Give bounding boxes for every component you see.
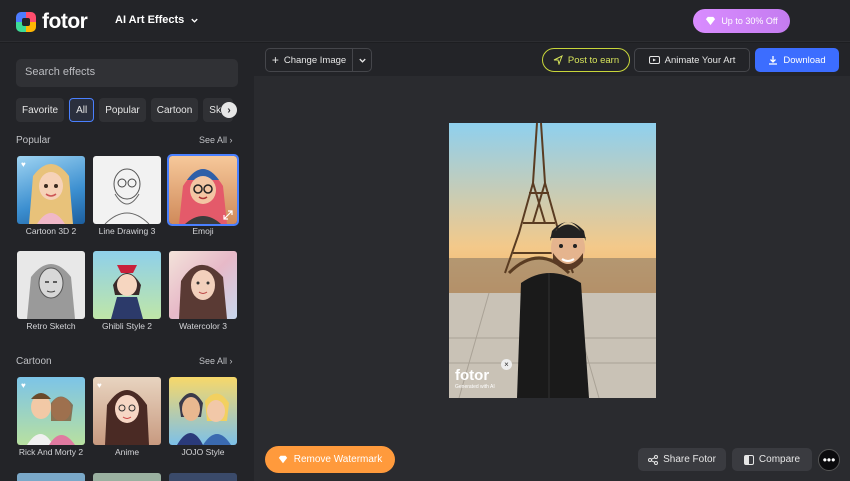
- download-icon: [769, 56, 778, 65]
- favorite-heart-icon[interactable]: ♥: [21, 381, 31, 390]
- chip-favorite[interactable]: Favorite: [16, 98, 65, 122]
- favorite-heart-icon[interactable]: ♥: [97, 381, 107, 390]
- effect-thumb-partial[interactable]: [93, 473, 161, 481]
- effect-label: Anime: [114, 447, 140, 457]
- section-popular-title: Popular: [16, 135, 51, 146]
- effect-thumb-watercolor[interactable]: [169, 251, 237, 319]
- chip-all[interactable]: All: [69, 98, 95, 122]
- editor-toolbar: + Change Image Post to earn Animate Your…: [254, 43, 850, 76]
- effect-label: Emoji: [192, 226, 214, 236]
- effect-label: Watercolor 3: [179, 321, 227, 331]
- retro-sketch-illustration: [27, 264, 75, 319]
- popular-see-all-link[interactable]: See All ›: [199, 135, 233, 145]
- promo-label: Up to 30% Off: [721, 16, 778, 26]
- promo-button[interactable]: Up to 30% Off: [693, 9, 790, 33]
- eiffel-avatar-image: [449, 123, 656, 398]
- effect-thumb-jojo[interactable]: [169, 377, 237, 445]
- effect-thumb-anime[interactable]: ♥: [93, 377, 161, 445]
- chevron-down-icon: [191, 18, 198, 23]
- top-bar: fotor AI Art Effects Up to 30% Off: [0, 0, 850, 42]
- effect-label: Ghibli Style 2: [101, 321, 153, 331]
- search-placeholder: Search effects: [25, 66, 96, 78]
- cartoon-see-all-link[interactable]: See All ›: [199, 356, 233, 366]
- chip-cartoon[interactable]: Cartoon: [150, 98, 199, 122]
- chip-popular[interactable]: Popular: [99, 98, 146, 122]
- ghibli-girl-illustration: [111, 265, 143, 319]
- effect-thumb-cartoon-3d[interactable]: ♥: [17, 156, 85, 224]
- remove-watermark-label: Remove Watermark: [293, 454, 383, 465]
- post-to-earn-label: Post to earn: [567, 54, 620, 66]
- favorite-heart-icon[interactable]: ♥: [21, 160, 31, 169]
- change-image-button[interactable]: + Change Image: [265, 48, 353, 72]
- effect-label: Rick And Morty 2: [18, 447, 84, 457]
- share-button[interactable]: Share Fotor: [638, 448, 726, 471]
- jojo-style-illustration: [177, 393, 231, 445]
- change-image-label: Change Image: [283, 54, 347, 66]
- diamond-icon: [706, 16, 716, 26]
- effect-label: Retro Sketch: [26, 321, 76, 331]
- video-icon: [648, 56, 660, 64]
- plus-icon: +: [271, 53, 279, 67]
- section-cartoon-title: Cartoon: [16, 356, 52, 367]
- effect-label: JOJO Style: [181, 447, 225, 457]
- share-label: Share Fotor: [663, 454, 716, 465]
- logo-text: fotor: [42, 10, 88, 33]
- fotor-logo[interactable]: fotor: [16, 10, 88, 34]
- effect-thumb-retro-sketch[interactable]: [17, 251, 85, 319]
- effect-thumb-emoji[interactable]: [167, 154, 239, 226]
- compare-button[interactable]: Compare: [732, 448, 812, 471]
- app-title: AI Art Effects: [115, 14, 185, 26]
- compare-icon: [743, 454, 754, 465]
- post-to-earn-button[interactable]: Post to earn: [542, 48, 630, 72]
- effect-thumb-partial[interactable]: [169, 473, 237, 481]
- chevron-down-icon: [358, 58, 366, 63]
- effect-thumb-ghibli[interactable]: [93, 251, 161, 319]
- search-effects-input[interactable]: Search effects: [16, 59, 238, 87]
- effect-label: Cartoon 3D 2: [25, 226, 77, 236]
- fotor-logo-icon: [16, 12, 36, 32]
- download-button[interactable]: Download: [755, 48, 839, 72]
- download-label: Download: [783, 54, 826, 66]
- send-icon: [553, 55, 563, 65]
- category-chips: Favorite All Popular Cartoon Sket: [16, 98, 234, 122]
- line-drawing-illustration: [104, 168, 150, 224]
- animate-art-label: Animate Your Art: [664, 54, 736, 66]
- share-icon: [648, 454, 659, 465]
- animate-art-button[interactable]: Animate Your Art: [634, 48, 750, 72]
- watercolor-portrait-illustration: [179, 264, 227, 319]
- watermark: fotor Generated with AI: [455, 367, 495, 390]
- close-icon[interactable]: ×: [501, 359, 512, 370]
- result-image[interactable]: fotor Generated with AI ×: [449, 123, 656, 398]
- effect-label: Line Drawing 3: [98, 226, 156, 236]
- chevron-right-icon[interactable]: ›: [221, 102, 237, 118]
- diamond-icon: [278, 455, 287, 464]
- more-options-icon[interactable]: •••: [818, 449, 840, 471]
- app-title-dropdown[interactable]: AI Art Effects: [115, 14, 199, 26]
- compare-label: Compare: [758, 454, 801, 465]
- effects-sidebar: Search effects Favorite All Popular Cart…: [0, 43, 254, 481]
- remove-watermark-button[interactable]: Remove Watermark: [265, 446, 395, 473]
- expand-icon[interactable]: [223, 210, 233, 220]
- effect-thumb-partial[interactable]: [17, 473, 85, 481]
- effect-thumb-rick-morty[interactable]: ♥: [17, 377, 85, 445]
- change-image-dropdown[interactable]: [352, 48, 372, 72]
- effect-thumb-line-drawing[interactable]: [93, 156, 161, 224]
